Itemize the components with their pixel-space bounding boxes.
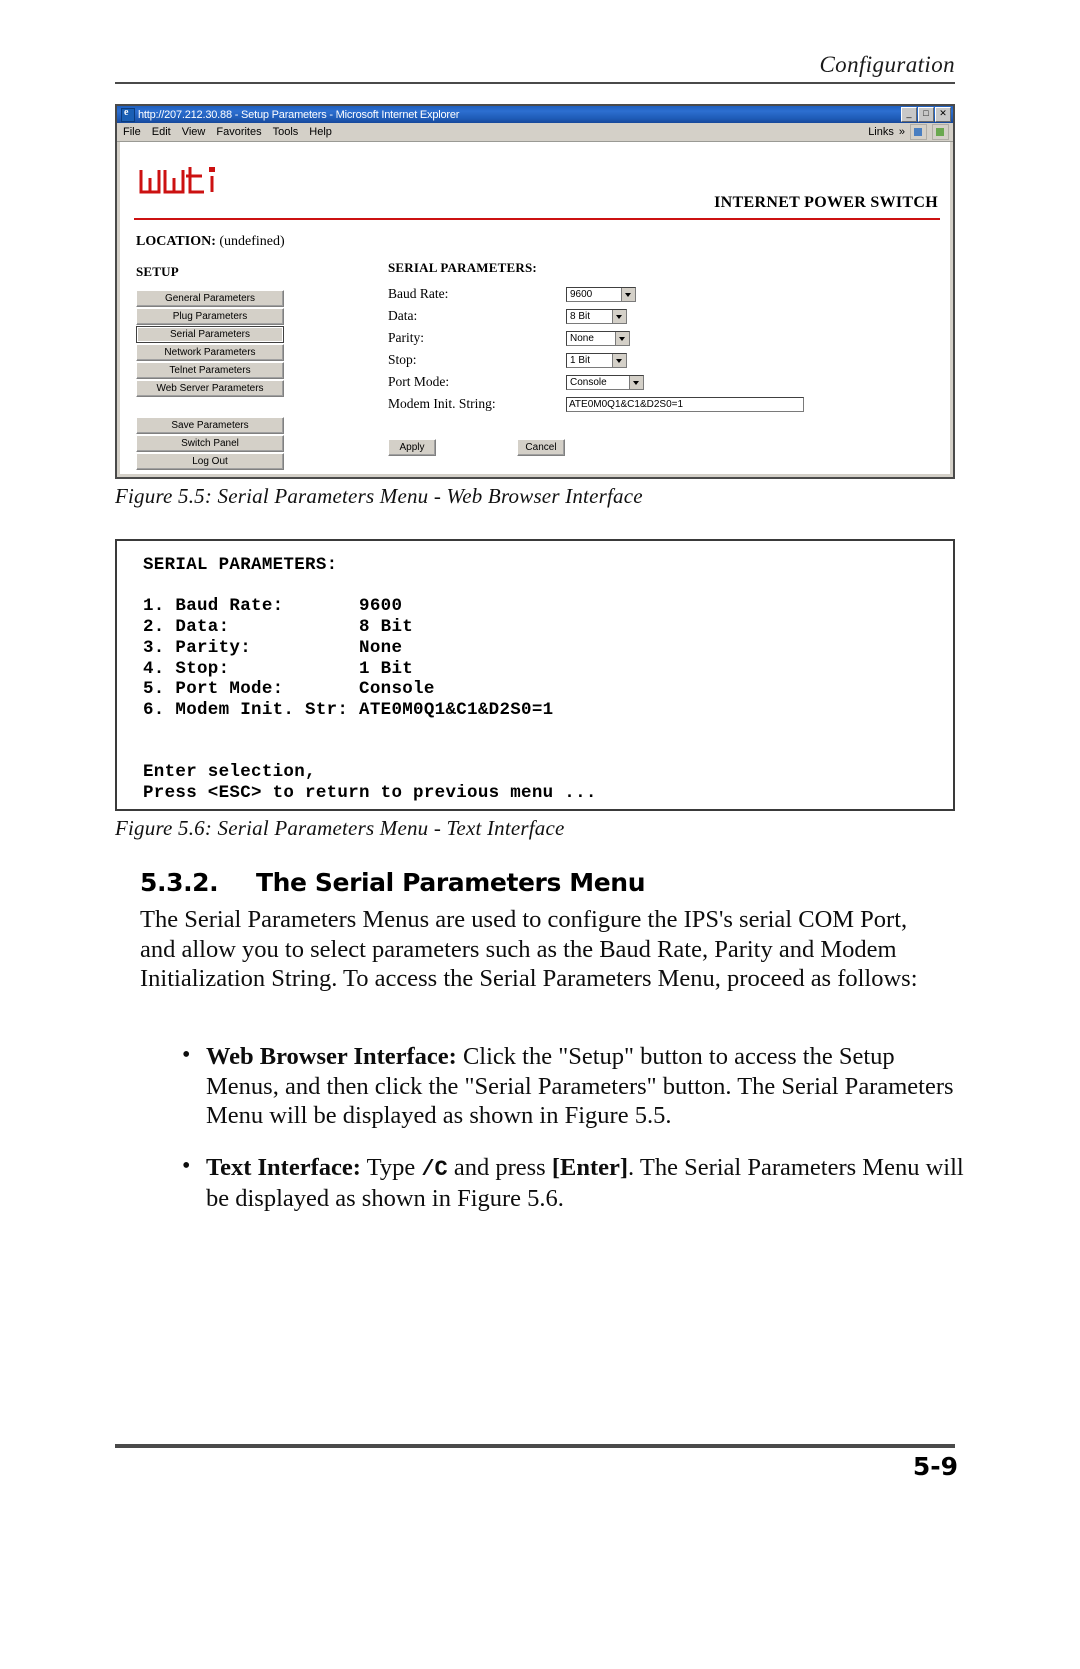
web-page-content: INTERNET POWER SWITCH LOCATION: (undefin… bbox=[120, 142, 950, 474]
menu-item-edit[interactable]: Edit bbox=[152, 126, 171, 138]
page-header: Configuration bbox=[115, 52, 955, 84]
bullet-body-mid: and press bbox=[447, 1153, 552, 1181]
menu-item-tools[interactable]: Tools bbox=[273, 126, 299, 138]
nav-button-general-parameters[interactable]: General Parameters bbox=[136, 290, 284, 307]
list-item-text-interface: • Text Interface: Type /C and press [Ente… bbox=[178, 1153, 968, 1214]
nav-button-web-server-parameters[interactable]: Web Server Parameters bbox=[136, 380, 284, 397]
browser-menu-bar: File Edit View Favorites Tools Help Link… bbox=[117, 123, 953, 142]
select-data-value: 8 Bit bbox=[570, 310, 591, 322]
chevron-right-icon[interactable]: » bbox=[899, 126, 905, 138]
label-port-mode: Port Mode: bbox=[388, 374, 450, 389]
section-title: The Serial Parameters Menu bbox=[256, 868, 646, 897]
location-value: (undefined) bbox=[219, 234, 285, 249]
menu-item-view[interactable]: View bbox=[182, 126, 206, 138]
modem-init-string-input[interactable]: ATE0M0Q1&C1&D2S0=1 bbox=[566, 396, 804, 412]
nav-button-serial-parameters[interactable]: Serial Parameters bbox=[136, 326, 284, 343]
page-number: 5-9 bbox=[912, 1452, 958, 1481]
section-heading: 5.3.2. The Serial Parameters Menu bbox=[140, 868, 645, 897]
nav-button-plug-parameters[interactable]: Plug Parameters bbox=[136, 308, 284, 325]
location-label: LOCATION: bbox=[136, 234, 216, 249]
form-row-parity: Parity: None bbox=[388, 327, 804, 349]
select-data[interactable]: 8 Bit bbox=[566, 308, 627, 324]
select-port-mode[interactable]: Console bbox=[566, 374, 644, 390]
select-stop[interactable]: 1 Bit bbox=[566, 352, 627, 368]
links-label[interactable]: Links bbox=[868, 126, 894, 138]
maximize-button[interactable]: □ bbox=[918, 107, 934, 122]
toolbar-icon-two[interactable] bbox=[932, 124, 949, 140]
browser-title-text: http://207.212.30.88 - Setup Parameters … bbox=[138, 108, 460, 121]
enter-key-label: [Enter] bbox=[551, 1153, 629, 1181]
footer-rule bbox=[115, 1444, 955, 1448]
select-port-mode-value: Console bbox=[570, 376, 607, 388]
bullet-lead-web-browser: Web Browser Interface: bbox=[206, 1043, 457, 1070]
location-line: LOCATION: (undefined) bbox=[136, 234, 285, 250]
chevron-down-icon[interactable] bbox=[629, 375, 643, 389]
nav-button-network-parameters[interactable]: Network Parameters bbox=[136, 344, 284, 361]
browser-window-figure: http://207.212.30.88 - Setup Parameters … bbox=[115, 104, 955, 479]
section-paragraph: The Serial Parameters Menus are used to … bbox=[140, 906, 918, 992]
bullet-marker-icon: • bbox=[182, 1042, 191, 1068]
banner-divider bbox=[134, 218, 940, 220]
serial-parameters-form: SERIAL PARAMETERS: Baud Rate: 9600 Data:… bbox=[388, 260, 804, 415]
terminal-output: SERIAL PARAMETERS: 1. Baud Rate: 9600 2.… bbox=[143, 555, 597, 803]
label-stop: Stop: bbox=[388, 352, 417, 367]
label-parity: Parity: bbox=[388, 330, 424, 345]
select-stop-value: 1 Bit bbox=[570, 354, 591, 366]
figure-5-5-caption: Figure 5.5: Serial Parameters Menu - Web… bbox=[115, 484, 643, 508]
menu-item-file[interactable]: File bbox=[123, 126, 141, 138]
brand-title: INTERNET POWER SWITCH bbox=[714, 194, 938, 211]
figure-5-6-caption: Figure 5.6: Serial Parameters Menu - Tex… bbox=[115, 816, 565, 840]
cancel-button[interactable]: Cancel bbox=[517, 439, 565, 456]
setup-nav-secondary: Save Parameters Switch Panel Log Out bbox=[136, 417, 284, 471]
chevron-down-icon[interactable] bbox=[621, 287, 635, 301]
internet-explorer-icon bbox=[121, 107, 135, 122]
instruction-bullet-list: • Web Browser Interface: Click the "Setup… bbox=[178, 1042, 968, 1236]
bullet-body-pre: Type bbox=[360, 1153, 422, 1181]
wti-logo-icon bbox=[138, 164, 228, 198]
label-modem-init-string: Modem Init. String: bbox=[388, 396, 496, 411]
list-item-web-browser-interface: • Web Browser Interface: Click the "Setup… bbox=[178, 1042, 968, 1131]
minimize-button[interactable]: _ bbox=[901, 107, 917, 122]
nav-button-log-out[interactable]: Log Out bbox=[136, 453, 284, 470]
form-row-baud-rate: Baud Rate: 9600 bbox=[388, 283, 804, 305]
chevron-down-icon[interactable] bbox=[615, 331, 629, 345]
label-data: Data: bbox=[388, 308, 418, 323]
toolbar-icon-one[interactable] bbox=[910, 124, 927, 140]
menu-item-favorites[interactable]: Favorites bbox=[216, 126, 261, 138]
setup-nav-primary: General Parameters Plug Parameters Seria… bbox=[136, 290, 284, 398]
select-baud-rate[interactable]: 9600 bbox=[566, 286, 636, 302]
select-parity-value: None bbox=[570, 332, 594, 344]
label-baud-rate: Baud Rate: bbox=[388, 286, 449, 301]
command-code: /C bbox=[421, 1156, 448, 1182]
header-title: Configuration bbox=[819, 52, 955, 77]
close-button[interactable]: ✕ bbox=[935, 107, 951, 122]
nav-button-telnet-parameters[interactable]: Telnet Parameters bbox=[136, 362, 284, 379]
browser-title-bar: http://207.212.30.88 - Setup Parameters … bbox=[117, 106, 953, 123]
chevron-down-icon[interactable] bbox=[612, 309, 626, 323]
select-parity[interactable]: None bbox=[566, 330, 630, 346]
form-row-modem-init-string: Modem Init. String: ATE0M0Q1&C1&D2S0=1 bbox=[388, 393, 804, 415]
setup-section-label: SETUP bbox=[136, 264, 179, 279]
section-number: 5.3.2. bbox=[140, 868, 219, 897]
window-controls: _ □ ✕ bbox=[901, 107, 951, 122]
menu-item-help[interactable]: Help bbox=[309, 126, 332, 138]
nav-button-switch-panel[interactable]: Switch Panel bbox=[136, 435, 284, 452]
browser-viewport: INTERNET POWER SWITCH LOCATION: (undefin… bbox=[117, 142, 953, 477]
text-interface-figure: SERIAL PARAMETERS: 1. Baud Rate: 9600 2.… bbox=[115, 539, 955, 811]
header-rule bbox=[115, 82, 955, 84]
select-baud-rate-value: 9600 bbox=[570, 288, 593, 300]
form-row-stop: Stop: 1 Bit bbox=[388, 349, 804, 371]
form-row-port-mode: Port Mode: Console bbox=[388, 371, 804, 393]
menu-bar-right-group: Links » bbox=[868, 124, 949, 140]
chevron-down-icon[interactable] bbox=[612, 353, 626, 367]
bullet-marker-icon: • bbox=[182, 1152, 191, 1179]
form-title: SERIAL PARAMETERS: bbox=[388, 260, 537, 275]
apply-button[interactable]: Apply bbox=[388, 439, 436, 456]
form-row-data: Data: 8 Bit bbox=[388, 305, 804, 327]
bullet-lead-text-interface: Text Interface: bbox=[206, 1153, 361, 1181]
nav-button-save-parameters[interactable]: Save Parameters bbox=[136, 417, 284, 434]
